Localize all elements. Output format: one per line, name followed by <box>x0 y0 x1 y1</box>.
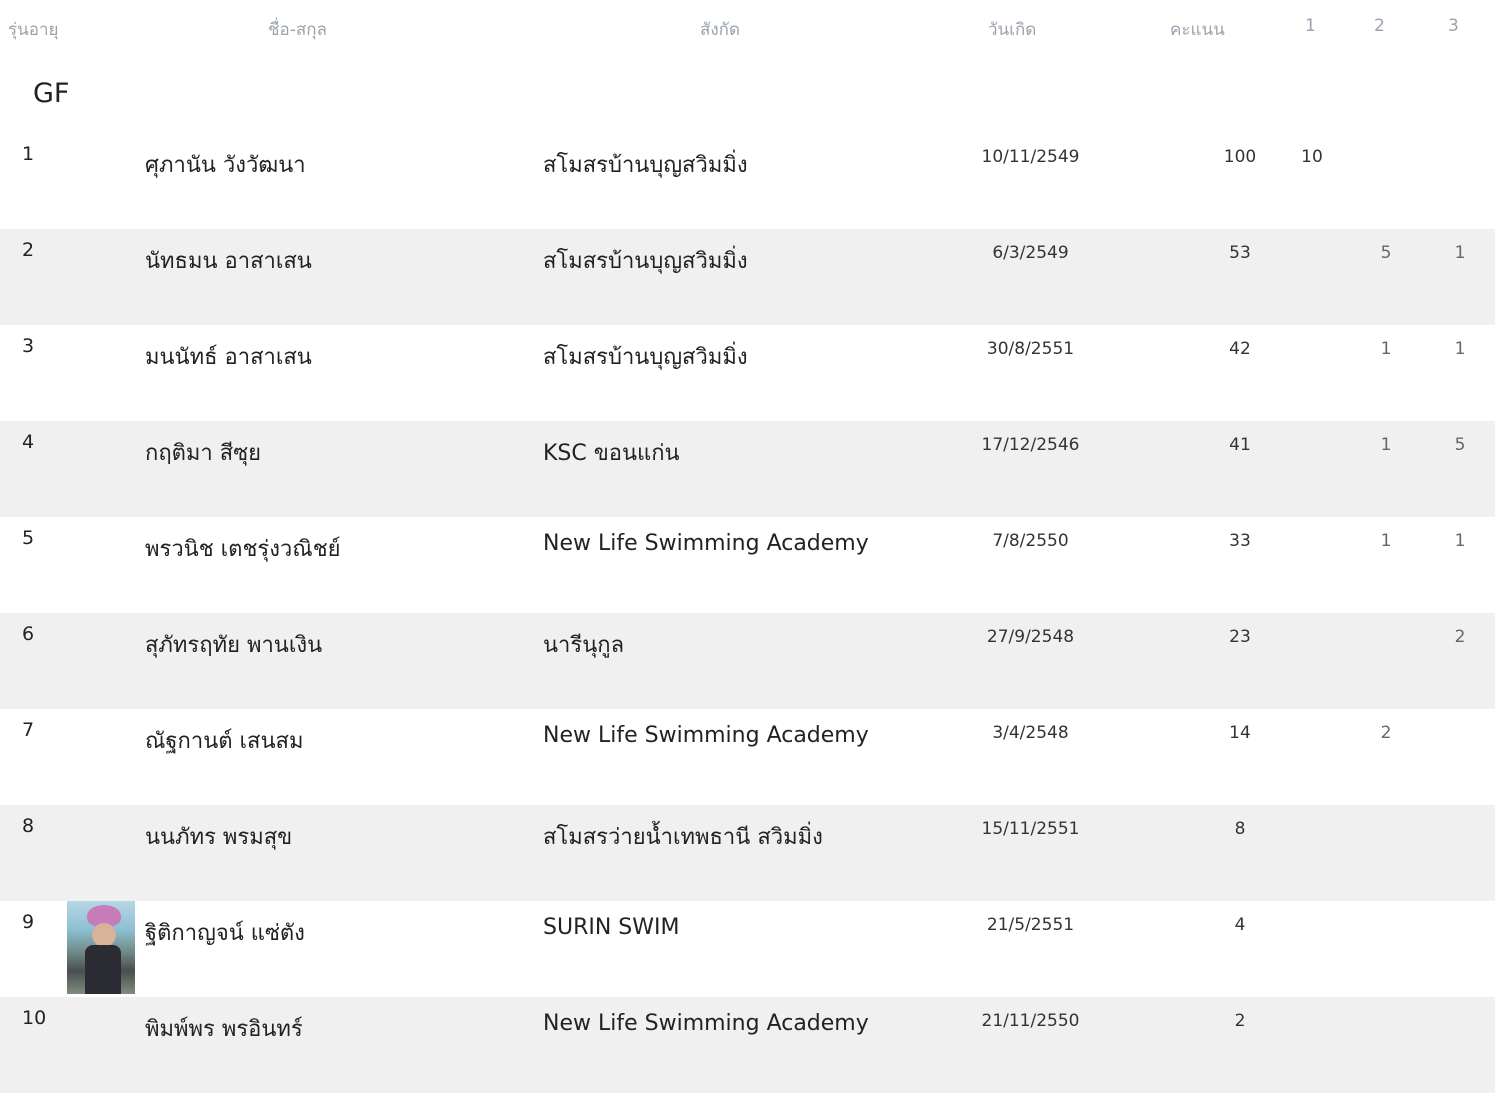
athlete-name[interactable]: ณัฐกานต์ เสนสม <box>145 723 303 758</box>
birth-date: 21/11/2550 <box>981 1011 1080 1031</box>
col-2-value: 1 <box>1380 339 1392 359</box>
score: 42 <box>1229 339 1251 359</box>
athlete-name[interactable]: มนนัทธ์ อาสาเสน <box>145 339 312 374</box>
header-col-3[interactable]: 3 <box>1448 16 1459 36</box>
club-name: New Life Swimming Academy <box>543 723 869 748</box>
header-age-group[interactable]: รุ่นอายุ <box>8 16 58 43</box>
photo-swimsuit <box>85 945 121 994</box>
club-name: New Life Swimming Academy <box>543 531 869 556</box>
athlete-name[interactable]: พิมพ์พร พรอินทร์ <box>145 1011 303 1046</box>
table-row: 7 ณัฐกานต์ เสนสม New Life Swimming Acade… <box>0 709 1495 805</box>
col-3-value: 5 <box>1454 435 1466 455</box>
club-name: นารีนุกูล <box>543 633 625 658</box>
club-name: KSC ขอนแก่น <box>543 441 680 466</box>
header-name[interactable]: ชื่อ-สกุล <box>268 16 327 43</box>
header-col-2[interactable]: 2 <box>1374 16 1385 36</box>
score: 23 <box>1229 627 1251 647</box>
athlete-photo[interactable] <box>67 901 135 994</box>
col-2-value: 1 <box>1380 531 1392 551</box>
header-dob[interactable]: วันเกิด <box>988 16 1036 43</box>
table-row: 2 นัทธมน อาสาเสน สโมสรบ้านบุญสวิมมิ่ง 6/… <box>0 229 1495 325</box>
table-row: 1 ศุภานัน วังวัฒนา สโมสรบ้านบุญสวิมมิ่ง … <box>0 133 1495 229</box>
club-name: SURIN SWIM <box>543 915 680 940</box>
birth-date: 3/4/2548 <box>992 723 1069 743</box>
rank: 10 <box>22 1007 47 1029</box>
score: 33 <box>1229 531 1251 551</box>
rank: 1 <box>22 143 35 165</box>
table-row: 9 ฐิติกาญจน์ แซ่ตัง SURIN SWIM 21/5/2551… <box>0 901 1495 997</box>
birth-date: 15/11/2551 <box>981 819 1080 839</box>
header-score[interactable]: คะแนน <box>1170 16 1225 43</box>
birth-date: 7/8/2550 <box>992 531 1069 551</box>
club-name: สโมสรบ้านบุญสวิมมิ่ง <box>543 153 748 178</box>
athlete-name[interactable]: ฐิติกาญจน์ แซ่ตัง <box>145 915 305 950</box>
rank: 2 <box>22 239 35 261</box>
header-col-1[interactable]: 1 <box>1305 16 1316 36</box>
birth-date: 10/11/2549 <box>981 147 1080 167</box>
rank: 4 <box>22 431 35 453</box>
rank: 8 <box>22 815 35 837</box>
group-title: GF <box>33 78 70 109</box>
score: 100 <box>1223 147 1257 167</box>
club-name: สโมสรบ้านบุญสวิมมิ่ง <box>543 345 748 370</box>
score: 41 <box>1229 435 1251 455</box>
birth-date: 30/8/2551 <box>986 339 1075 359</box>
photo-face <box>92 923 116 947</box>
table-row: 10 พิมพ์พร พรอินทร์ New Life Swimming Ac… <box>0 997 1495 1093</box>
score: 4 <box>1234 915 1246 935</box>
score: 14 <box>1229 723 1251 743</box>
score: 8 <box>1234 819 1246 839</box>
table-row: 4 กฤติมา สีซุย KSC ขอนแก่น 17/12/2546 41… <box>0 421 1495 517</box>
table-header: รุ่นอายุ ชื่อ-สกุล สังกัด วันเกิด คะแนน … <box>0 0 1501 56</box>
col-3-value: 2 <box>1454 627 1466 647</box>
col-2-value: 2 <box>1380 723 1392 743</box>
birth-date: 21/5/2551 <box>986 915 1075 935</box>
score: 2 <box>1234 1011 1246 1031</box>
rank: 9 <box>22 911 35 933</box>
birth-date: 17/12/2546 <box>981 435 1080 455</box>
col-3-value: 1 <box>1454 339 1466 359</box>
rank: 5 <box>22 527 35 549</box>
table-row: 6 สุภัทรฤทัย พานเงิน นารีนุกูล 27/9/2548… <box>0 613 1495 709</box>
rank: 6 <box>22 623 35 645</box>
col-3-value: 1 <box>1454 243 1466 263</box>
table-row: 5 พรวนิช เตชรุ่งวณิชย์ New Life Swimming… <box>0 517 1495 613</box>
athlete-name[interactable]: นนภัทร พรมสุข <box>145 819 292 854</box>
col-2-value: 1 <box>1380 435 1392 455</box>
birth-date: 27/9/2548 <box>986 627 1075 647</box>
ranking-table: 1 ศุภานัน วังวัฒนา สโมสรบ้านบุญสวิมมิ่ง … <box>0 133 1501 1093</box>
club-name: สโมสรบ้านบุญสวิมมิ่ง <box>543 249 748 274</box>
table-row: 8 นนภัทร พรมสุข สโมสรว่ายน้ำเทพธานี สวิม… <box>0 805 1495 901</box>
athlete-name[interactable]: พรวนิช เตชรุ่งวณิชย์ <box>145 531 341 566</box>
club-name: New Life Swimming Academy <box>543 1011 869 1036</box>
birth-date: 6/3/2549 <box>992 243 1069 263</box>
col-3-value: 1 <box>1454 531 1466 551</box>
club-name: สโมสรว่ายน้ำเทพธานี สวิมมิ่ง <box>543 825 823 850</box>
rank: 7 <box>22 719 35 741</box>
score: 53 <box>1229 243 1251 263</box>
col-2-value: 5 <box>1380 243 1392 263</box>
table-row: 3 มนนัทธ์ อาสาเสน สโมสรบ้านบุญสวิมมิ่ง 3… <box>0 325 1495 421</box>
rank: 3 <box>22 335 35 357</box>
athlete-name[interactable]: นัทธมน อาสาเสน <box>145 243 312 278</box>
col-1-value: 10 <box>1301 147 1323 167</box>
athlete-name[interactable]: สุภัทรฤทัย พานเงิน <box>145 627 322 662</box>
header-club[interactable]: สังกัด <box>700 16 740 43</box>
athlete-name[interactable]: กฤติมา สีซุย <box>145 435 261 470</box>
athlete-name[interactable]: ศุภานัน วังวัฒนา <box>145 147 306 182</box>
